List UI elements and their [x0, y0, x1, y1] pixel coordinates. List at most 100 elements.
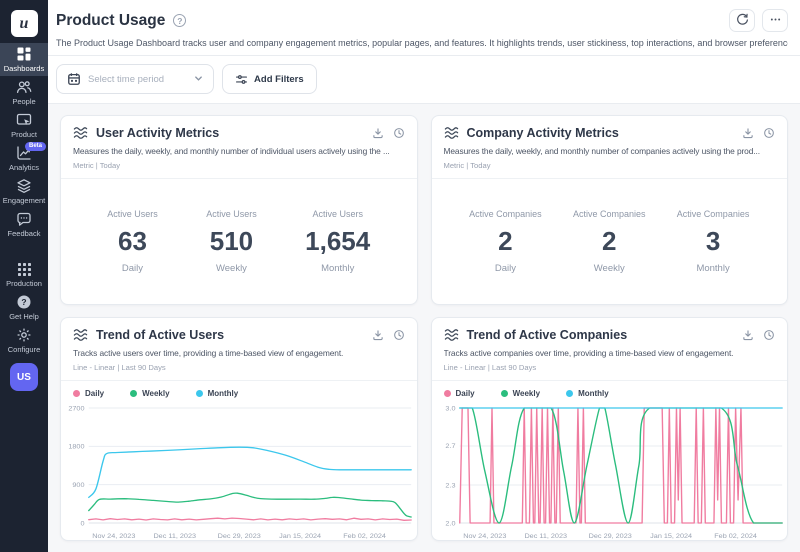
- card-description: Measures the daily, weekly, and monthly …: [444, 146, 776, 156]
- refresh-button[interactable]: [729, 9, 755, 32]
- metric-waves-icon: [444, 328, 459, 342]
- title-help-icon[interactable]: ?: [173, 14, 186, 27]
- legend-item-weekly[interactable]: Weekly: [130, 389, 169, 398]
- card-header: User Activity Metrics Measures the daily…: [61, 116, 417, 179]
- avatar-initials: US: [17, 372, 31, 383]
- svg-text:0: 0: [80, 520, 84, 527]
- legend-label: Daily: [85, 389, 104, 398]
- trend-active-companies-chart: 2.02.32.73.0Nov 24, 2023Dec 11, 2023Dec …: [432, 402, 788, 541]
- metric-monthly: Active Companies3Monthly: [677, 209, 750, 274]
- refresh-icon: [736, 13, 749, 29]
- sidebar-item-analytics[interactable]: BetaAnalytics: [0, 142, 48, 175]
- legend-label: Weekly: [513, 389, 540, 398]
- sidebar-item-dashboards[interactable]: Dashboards: [0, 43, 48, 76]
- history-icon[interactable]: [393, 329, 405, 341]
- svg-text:2.7: 2.7: [445, 443, 455, 450]
- beta-badge: Beta: [25, 142, 46, 151]
- download-icon[interactable]: [742, 329, 754, 341]
- metric-value: 3: [677, 226, 750, 257]
- chevron-down-icon: [194, 70, 203, 88]
- legend-dot-weekly: [130, 390, 137, 397]
- legend-item-daily[interactable]: Daily: [73, 389, 104, 398]
- svg-text:1800: 1800: [68, 444, 84, 451]
- sidebar-item-label: Configure: [8, 345, 41, 354]
- legend-dot-weekly: [501, 390, 508, 397]
- page-title: Product Usage: [56, 12, 165, 30]
- card-meta: Metric | Today: [444, 161, 776, 170]
- ellipsis-icon: [769, 13, 782, 29]
- metric-value: 1,654: [305, 226, 370, 257]
- filter-bar: Select time period Add Filters: [48, 56, 800, 104]
- svg-text:Dec 11, 2023: Dec 11, 2023: [524, 533, 567, 540]
- card-title: User Activity Metrics: [96, 126, 219, 140]
- metric-period: Weekly: [206, 263, 257, 274]
- help-icon: ?: [16, 295, 32, 310]
- svg-text:900: 900: [72, 482, 84, 489]
- more-options-button[interactable]: [762, 9, 788, 32]
- sidebar-item-configure[interactable]: Configure: [0, 324, 48, 357]
- feedback-icon: [16, 212, 32, 227]
- sidebar-item-product[interactable]: Product: [0, 109, 48, 142]
- sidebar-item-label: People: [12, 97, 35, 106]
- user-avatar[interactable]: US: [10, 363, 38, 391]
- metrics-row: Active Companies2DailyActive Companies2W…: [432, 179, 788, 304]
- app-logo[interactable]: u: [11, 10, 38, 37]
- metric-waves-icon: [444, 126, 459, 140]
- card-title: Company Activity Metrics: [467, 126, 619, 140]
- card-meta: Metric | Today: [73, 161, 405, 170]
- sidebar: u Dashboards People Product BetaAnalyticsEn…: [0, 0, 48, 552]
- app-window: u Dashboards People Product BetaAnalyticsEn…: [0, 0, 800, 552]
- download-icon[interactable]: [742, 127, 754, 139]
- card-description: Tracks active users over time, providing…: [73, 348, 405, 358]
- metric-value: 63: [107, 226, 158, 257]
- add-filters-button[interactable]: Add Filters: [222, 64, 317, 94]
- main-area: Product Usage ? The Product Usage D: [48, 0, 800, 552]
- metrics-row: Active Users63DailyActive Users510Weekly…: [61, 179, 417, 304]
- svg-text:Nov 24, 2023: Nov 24, 2023: [463, 533, 506, 540]
- people-icon: [16, 80, 32, 95]
- metric-monthly: Active Users1,654Monthly: [305, 209, 370, 274]
- legend-item-monthly[interactable]: Monthly: [196, 389, 239, 398]
- sidebar-nav-secondary: Production ?Get Help Configure: [0, 258, 48, 357]
- history-icon[interactable]: [763, 329, 775, 341]
- sidebar-item-label: Product: [11, 130, 37, 139]
- download-icon[interactable]: [372, 127, 384, 139]
- series-line-daily: [459, 408, 781, 523]
- download-icon[interactable]: [372, 329, 384, 341]
- svg-text:Dec 11, 2023: Dec 11, 2023: [153, 533, 196, 540]
- metric-period: Daily: [107, 263, 158, 274]
- sidebar-item-label: Production: [6, 279, 42, 288]
- legend-item-weekly[interactable]: Weekly: [501, 389, 540, 398]
- sidebar-item-feedback[interactable]: Feedback: [0, 208, 48, 241]
- sidebar-item-production[interactable]: Production: [0, 258, 48, 291]
- svg-text:Dec 29, 2023: Dec 29, 2023: [588, 533, 631, 540]
- metric-weekly: Active Users510Weekly: [206, 209, 257, 274]
- time-period-select[interactable]: Select time period: [56, 64, 214, 94]
- sidebar-item-engagement[interactable]: Engagement: [0, 175, 48, 208]
- chart-legend: Daily Weekly Monthly: [432, 381, 788, 400]
- production-icon: [17, 262, 32, 277]
- svg-text:2700: 2700: [68, 405, 84, 412]
- history-icon[interactable]: [763, 127, 775, 139]
- legend-item-daily[interactable]: Daily: [444, 389, 475, 398]
- metric-period: Monthly: [305, 263, 370, 274]
- card-header: Trend of Active Companies Tracks active …: [432, 318, 788, 381]
- metric-value: 2: [469, 226, 542, 257]
- metric-label: Active Companies: [677, 209, 750, 219]
- legend-item-monthly[interactable]: Monthly: [566, 389, 609, 398]
- card-header: Trend of Active Users Tracks active user…: [61, 318, 417, 381]
- history-icon[interactable]: [393, 127, 405, 139]
- card-description: Measures the daily, weekly, and monthly …: [73, 146, 405, 156]
- sidebar-item-people[interactable]: People: [0, 76, 48, 109]
- sidebar-item-get-help[interactable]: ?Get Help: [0, 291, 48, 324]
- svg-text:Feb 02, 2024: Feb 02, 2024: [714, 533, 757, 540]
- sidebar-nav-primary: Dashboards People Product BetaAnalyticsEnga…: [0, 43, 48, 241]
- legend-label: Daily: [456, 389, 475, 398]
- add-filters-label: Add Filters: [254, 74, 304, 85]
- calendar-icon: [67, 72, 81, 86]
- card-description: Tracks active companies over time, provi…: [444, 348, 776, 358]
- card-title: Trend of Active Users: [96, 328, 224, 342]
- svg-text:?: ?: [21, 297, 26, 307]
- legend-label: Monthly: [208, 389, 239, 398]
- filter-sliders-icon: [235, 73, 248, 86]
